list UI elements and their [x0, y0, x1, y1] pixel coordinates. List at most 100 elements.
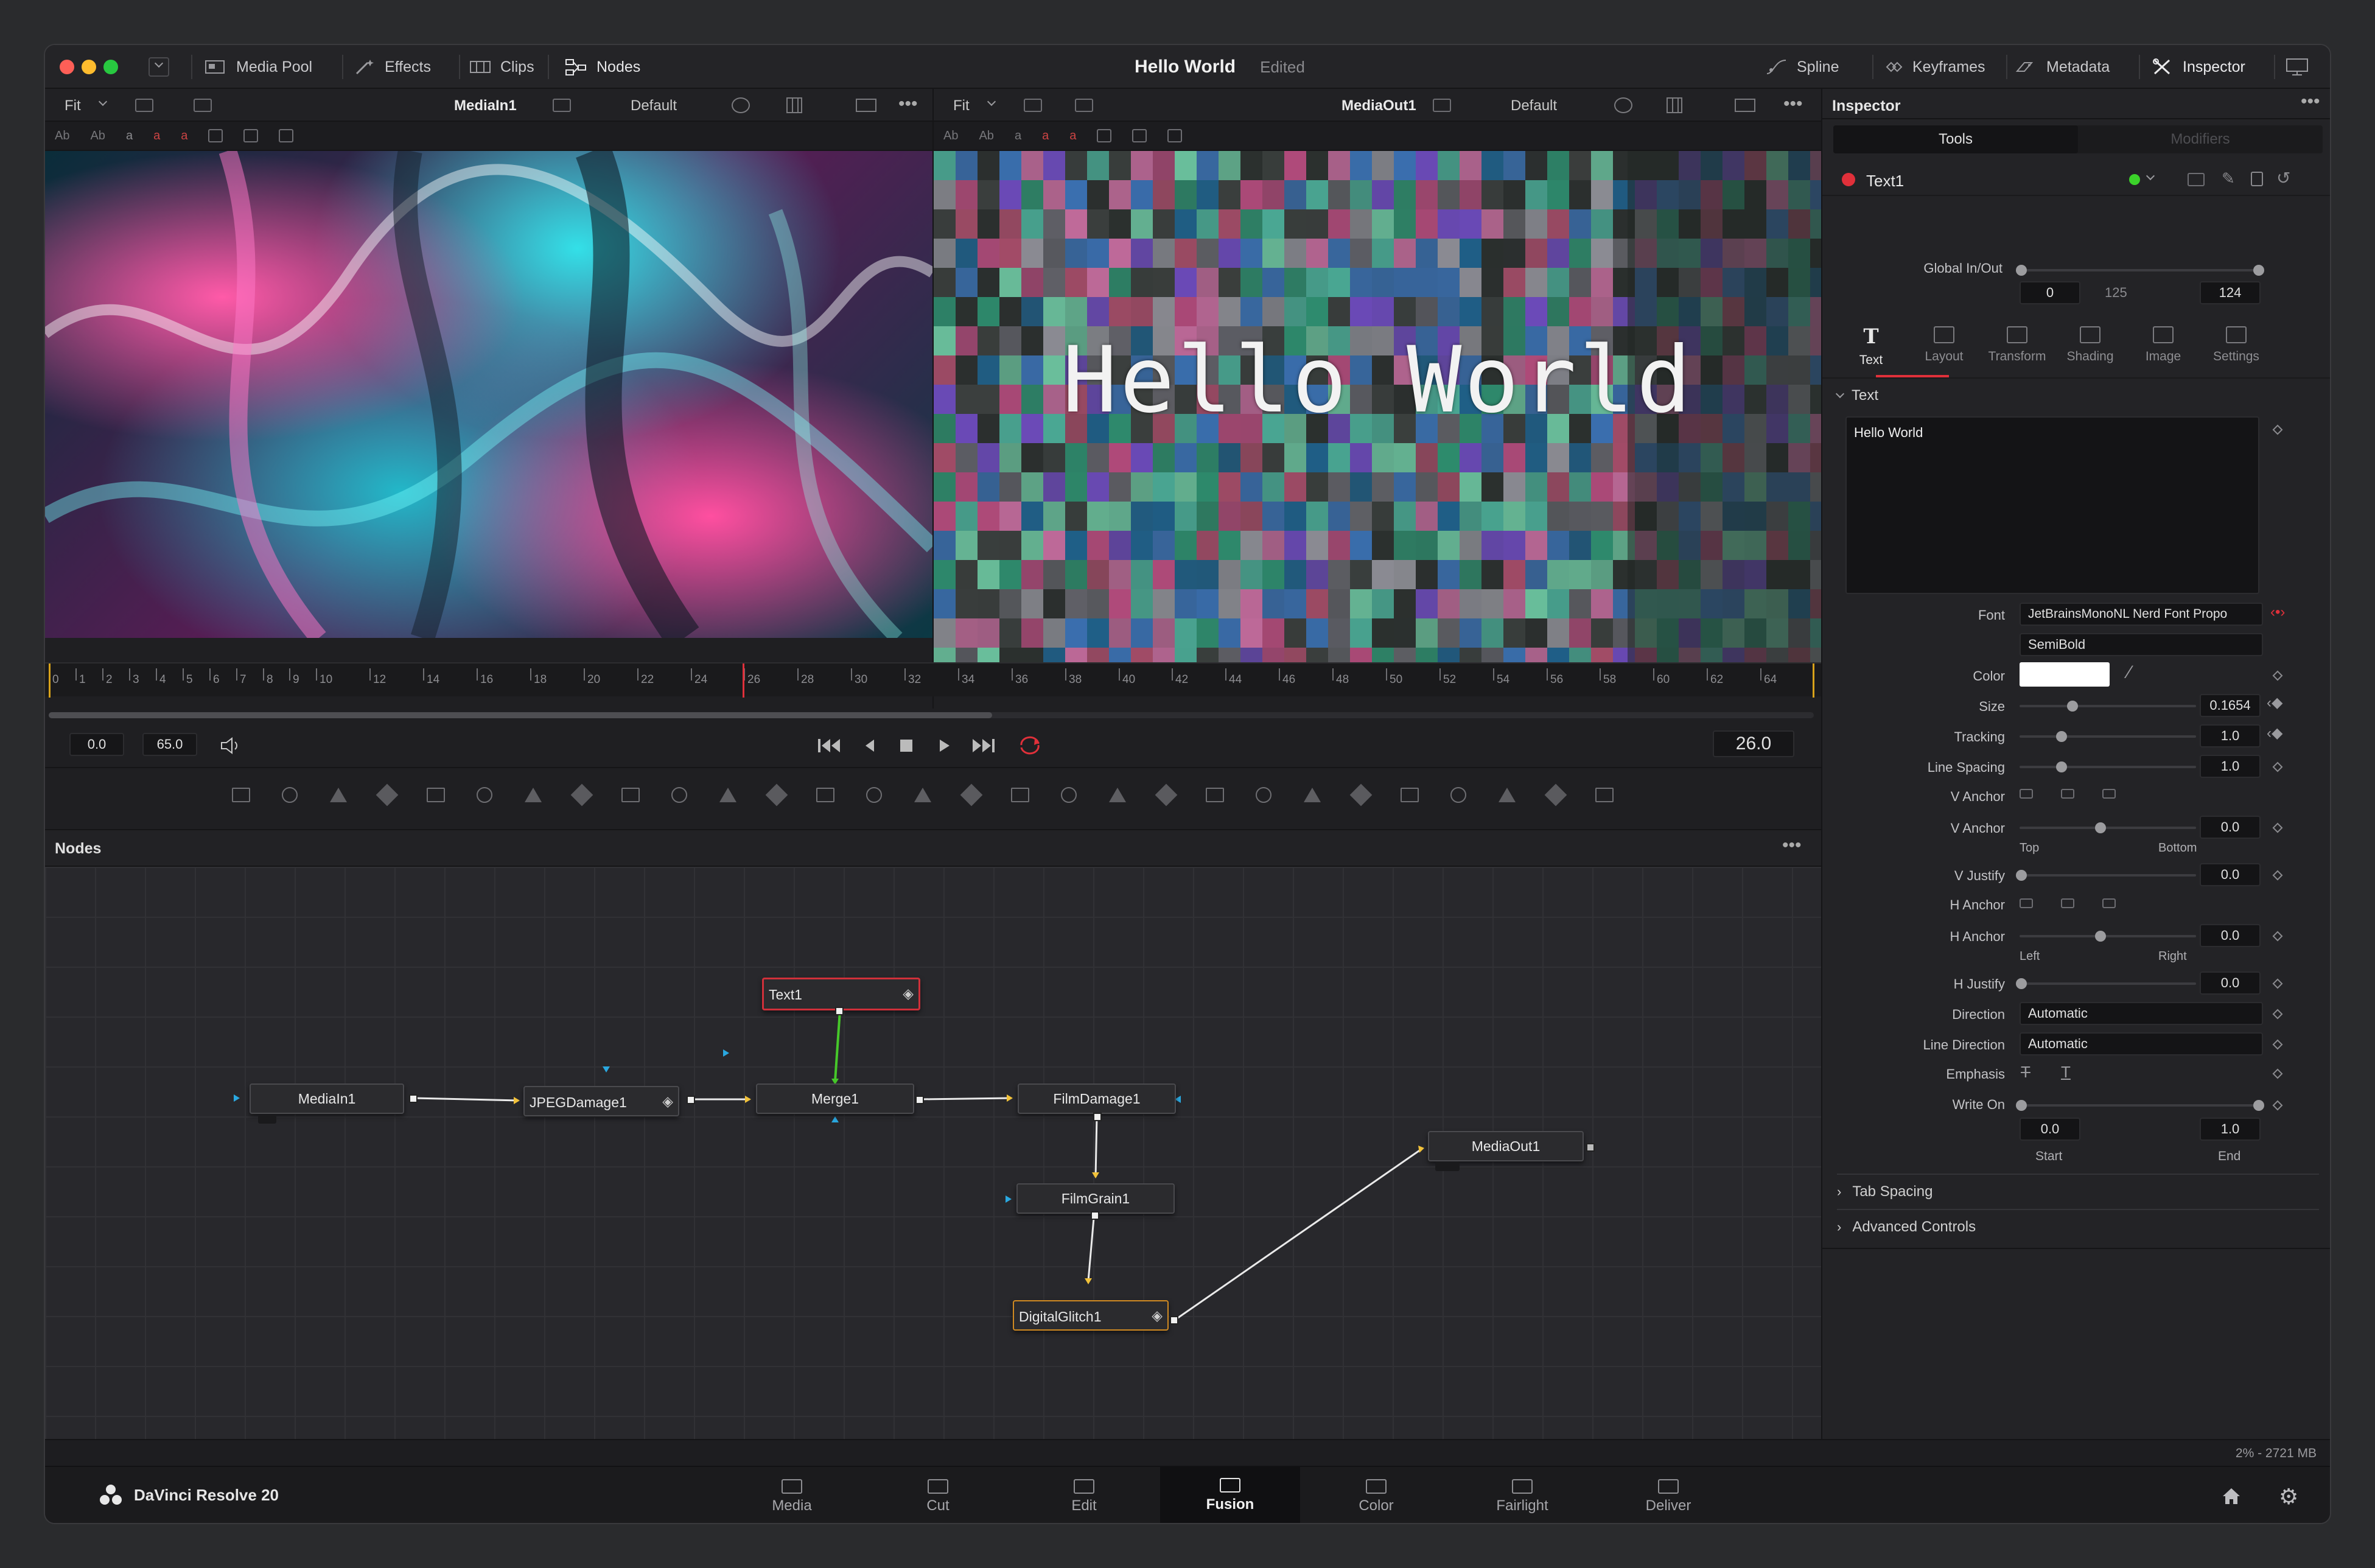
render-start-marker[interactable]	[49, 663, 51, 698]
right-preset-dropdown[interactable]: Default	[1511, 97, 1557, 114]
h-anchor-left-icon[interactable]	[2020, 898, 2033, 908]
mediain-preview-toggle[interactable]	[258, 1115, 276, 1124]
v-anchor-bottom-icon[interactable]	[2102, 789, 2116, 799]
v-anchor-top-icon[interactable]	[2020, 789, 2033, 799]
playhead[interactable]	[743, 663, 744, 698]
workspace-dropdown[interactable]	[149, 57, 169, 77]
merge3d-tool-icon[interactable]	[1396, 783, 1423, 807]
bspline-tool-icon[interactable]	[1055, 783, 1082, 807]
r-char-red-icon[interactable]: a	[1042, 129, 1049, 143]
left-preset-dropdown[interactable]: Default	[631, 97, 677, 114]
page-media[interactable]: Media	[722, 1467, 862, 1523]
node-jpegdamage1[interactable]: JPEGDamage1 ◈	[523, 1086, 679, 1116]
minimize-window-button[interactable]	[82, 60, 96, 74]
prender-tool-icon[interactable]	[1201, 783, 1228, 807]
left-view-options-icon[interactable]	[135, 99, 153, 112]
right-grid-icon[interactable]	[1667, 97, 1682, 113]
advanced-controls-section[interactable]: › Advanced Controls	[1837, 1219, 1976, 1236]
h-anchor-center-icon[interactable]	[2061, 898, 2074, 908]
lock-icon[interactable]	[2251, 172, 2263, 186]
v-anchor-center-icon[interactable]	[2061, 789, 2074, 799]
line-spacing-slider[interactable]	[2020, 761, 2196, 772]
tracking-keyframe-nav-icon[interactable]: ‹◆	[2267, 724, 2282, 742]
r-transform-tool-icon-2[interactable]	[1132, 129, 1147, 142]
pkill-tool-icon[interactable]	[1250, 783, 1277, 807]
stop-icon[interactable]	[897, 737, 915, 755]
left-zoom-dropdown[interactable]: Fit	[65, 97, 81, 114]
left-roi-icon[interactable]	[553, 99, 571, 112]
text-plus-tool-icon[interactable]	[325, 783, 352, 807]
v-anchor-slider[interactable]	[2020, 822, 2196, 833]
close-window-button[interactable]	[60, 60, 74, 74]
right-more-icon[interactable]: •••	[1783, 94, 1803, 114]
page-fusion[interactable]: Fusion	[1160, 1467, 1300, 1523]
v-anchor-buttons[interactable]	[2020, 789, 2116, 799]
right-roi-icon[interactable]	[1433, 99, 1451, 112]
polygon-tool-icon[interactable]	[1007, 783, 1034, 807]
h-justify-field[interactable]: 0.0	[2200, 971, 2261, 995]
right-view-options-icon[interactable]	[1024, 99, 1042, 112]
subtab-shading[interactable]: Shading	[2054, 326, 2127, 375]
merge-b-tool-icon[interactable]	[666, 783, 693, 807]
eyedropper-icon[interactable]: ⁄	[2128, 662, 2131, 683]
strikeout-icon[interactable]: T	[2021, 1063, 2030, 1082]
renderer-tool-icon[interactable]	[1591, 783, 1618, 807]
global-inout-slider[interactable]	[2016, 265, 2264, 276]
font-dropdown[interactable]: JetBrainsMonoNL Nerd Font Propo	[2020, 603, 2263, 626]
write-on-end-field[interactable]: 1.0	[2200, 1118, 2261, 1141]
media-pool-button[interactable]: Media Pool	[205, 45, 312, 89]
char-red-icon[interactable]: a	[153, 129, 160, 143]
fullscreen-icon[interactable]	[2285, 57, 2309, 80]
right-color-icon[interactable]	[1614, 97, 1632, 113]
tool-color-dot[interactable]	[1842, 173, 1855, 186]
left-lut-icon[interactable]	[194, 99, 212, 112]
r-char-icon[interactable]: a	[1015, 129, 1021, 143]
h-anchor-buttons[interactable]	[2020, 898, 2116, 908]
brightness-tool-icon[interactable]	[520, 783, 547, 807]
size-keyframe-nav-icon[interactable]: ‹◆	[2267, 694, 2282, 712]
page-edit[interactable]: Edit	[1014, 1467, 1154, 1523]
nodes-more-icon[interactable]: •••	[1782, 835, 1802, 856]
node-mediain1[interactable]: MediaIn1	[250, 1083, 404, 1114]
render3d-tool-icon[interactable]	[1445, 783, 1472, 807]
node-graph-canvas[interactable]: Text1 ◈ MediaIn1 JPEGDamage1 ◈ Merge1 Fi…	[45, 867, 1821, 1467]
spline-button[interactable]: Spline	[1765, 45, 1839, 89]
merge-a-tool-icon[interactable]	[617, 783, 644, 807]
r-text-tool-icon-2[interactable]: Ab	[979, 129, 993, 143]
keyframes-button[interactable]: Keyframes	[1881, 45, 1985, 89]
r-char-red-icon-2[interactable]: a	[1069, 129, 1076, 143]
h-anchor-slider[interactable]	[2020, 931, 2196, 942]
node-mediaout1[interactable]: MediaOut1	[1428, 1131, 1584, 1161]
reset-icon[interactable]: ↺	[2276, 168, 2290, 188]
node-merge1[interactable]: Merge1	[756, 1083, 914, 1114]
left-aspect-icon[interactable]	[856, 99, 876, 112]
transform-tool-icon-3[interactable]	[279, 129, 294, 142]
settings-gear-icon[interactable]: ⚙	[2279, 1484, 2298, 1510]
image-plane-tool-icon[interactable]	[276, 783, 303, 807]
loop-icon[interactable]	[1016, 735, 1043, 756]
bitmap-tool-icon[interactable]	[1104, 783, 1131, 807]
node-filmgrain1[interactable]: FilmGrain1	[1016, 1183, 1175, 1214]
crop-tool-icon[interactable]	[861, 783, 887, 807]
tab-tools[interactable]: Tools	[1833, 125, 2078, 153]
v-anchor-field[interactable]: 0.0	[2200, 816, 2261, 839]
size-slider[interactable]	[2020, 701, 2196, 712]
particles-tool-icon[interactable]	[422, 783, 449, 807]
size-field[interactable]: 0.1654	[2200, 694, 2261, 717]
go-to-start-icon[interactable]	[816, 737, 842, 755]
underline-icon[interactable]: T	[2061, 1063, 2071, 1082]
transform-tool-icon[interactable]	[208, 129, 223, 142]
subtab-settings[interactable]: Settings	[2200, 326, 2273, 375]
speaker-icon[interactable]	[219, 737, 243, 755]
clips-button[interactable]: Clips	[469, 45, 534, 89]
blur-tool-icon[interactable]	[568, 783, 595, 807]
rectangle-tool-icon[interactable]	[909, 783, 936, 807]
time-ruler[interactable]: 0 1 2 3 4 5 6 7 8 9 10 12 14 16 18 20 22 24 26 28 30 32 34 36 38…	[45, 662, 1821, 698]
tracking-field[interactable]: 1.0	[2200, 724, 2261, 747]
metadata-button[interactable]: Metadata	[2015, 45, 2110, 89]
transform-tool-icon-2[interactable]	[243, 129, 259, 142]
step-back-icon[interactable]	[861, 737, 879, 755]
subtab-image[interactable]: Image	[2127, 326, 2200, 375]
maximize-window-button[interactable]	[103, 60, 118, 74]
render-end-field[interactable]: 65.0	[142, 733, 197, 756]
